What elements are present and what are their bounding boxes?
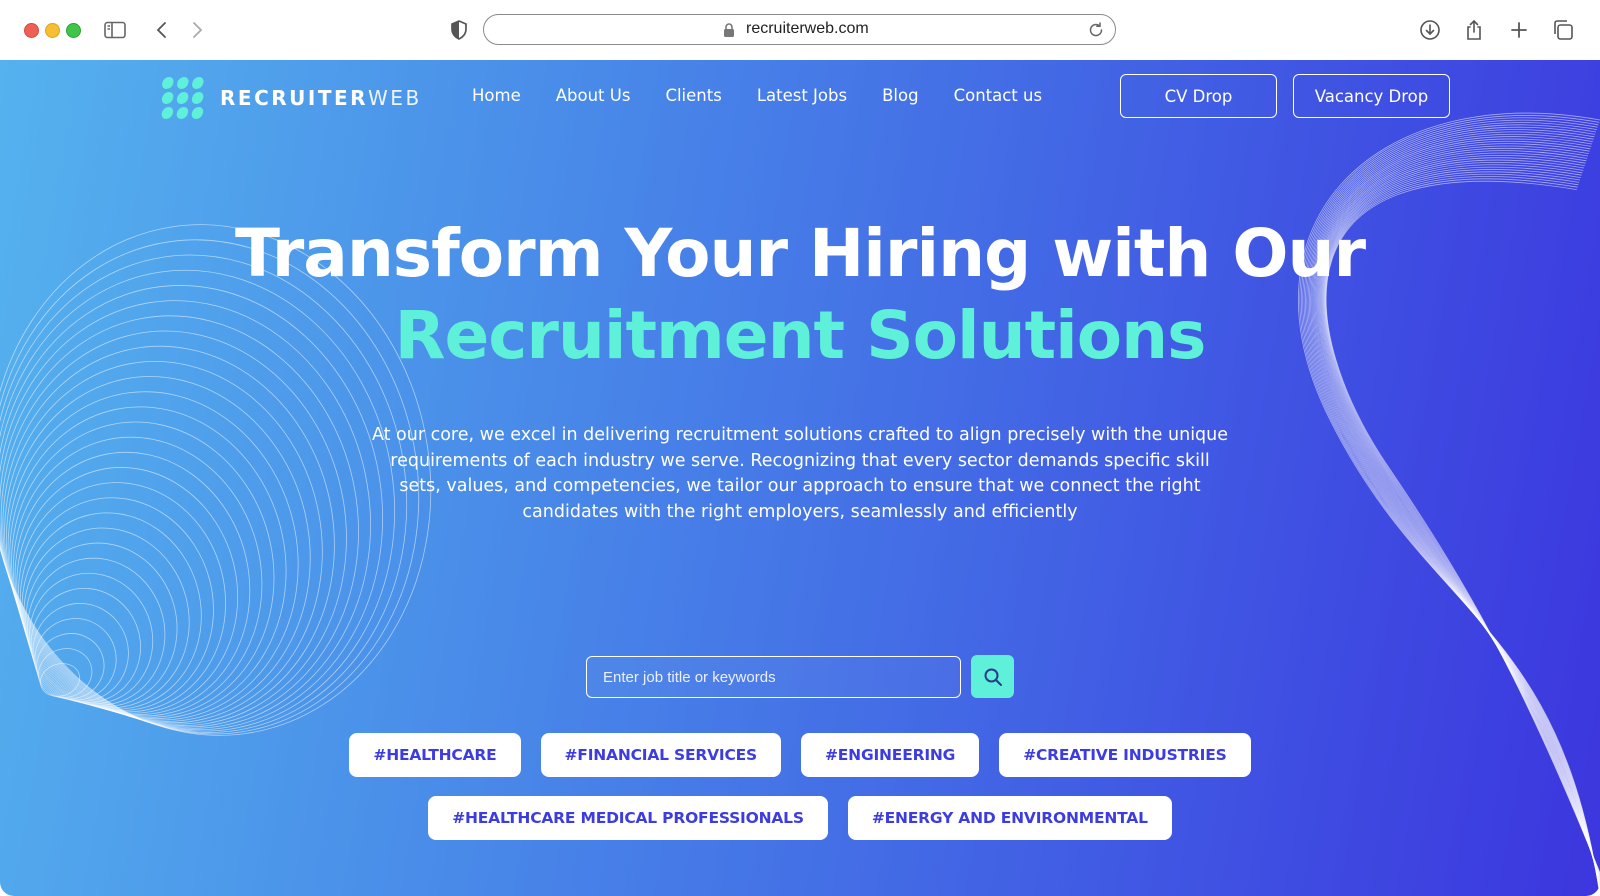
- close-window-button[interactable]: [24, 23, 39, 38]
- tabs-icon[interactable]: [1551, 18, 1575, 42]
- hero-section: RECRUITERWEB Home About Us Clients Lates…: [0, 60, 1600, 896]
- tag-healthcare[interactable]: #HEALTHCARE: [349, 733, 521, 777]
- hero-headline: Transform Your Hiring with Our Recruitme…: [0, 213, 1600, 377]
- zoom-window-button[interactable]: [66, 23, 81, 38]
- browser-window: recruiterweb.com RECRUITERWEB Home About…: [0, 0, 1600, 896]
- logo-icon: [161, 77, 204, 119]
- job-search-input[interactable]: [586, 656, 961, 698]
- nav-home[interactable]: Home: [472, 86, 521, 105]
- nav-about-us[interactable]: About Us: [556, 86, 631, 105]
- search-button[interactable]: [971, 655, 1014, 698]
- tag-financial-services[interactable]: #FINANCIAL SERVICES: [540, 733, 781, 777]
- nav-contact-us[interactable]: Contact us: [954, 86, 1043, 105]
- shield-icon[interactable]: [447, 18, 471, 42]
- site-logo[interactable]: RECRUITERWEB: [160, 75, 422, 121]
- lock-icon: [722, 22, 736, 38]
- reload-icon[interactable]: [1087, 21, 1105, 39]
- headline-line-2: Recruitment Solutions: [394, 297, 1207, 374]
- download-icon[interactable]: [1418, 18, 1442, 42]
- nav-clients[interactable]: Clients: [665, 86, 721, 105]
- main-nav: Home About Us Clients Latest Jobs Blog C…: [472, 86, 1077, 105]
- back-icon[interactable]: [150, 18, 174, 42]
- browser-toolbar: recruiterweb.com: [0, 0, 1600, 61]
- logo-text: RECRUITERWEB: [220, 86, 422, 110]
- logo-text-light: WEB: [368, 86, 422, 110]
- search-icon: [984, 668, 1002, 686]
- tag-healthcare-medical-professionals[interactable]: #HEALTHCARE MEDICAL PROFESSIONALS: [428, 796, 828, 840]
- minimize-window-button[interactable]: [45, 23, 60, 38]
- new-tab-icon[interactable]: [1507, 18, 1531, 42]
- share-icon[interactable]: [1462, 18, 1486, 42]
- nav-latest-jobs[interactable]: Latest Jobs: [757, 86, 847, 105]
- forward-icon[interactable]: [185, 18, 209, 42]
- tag-engineering[interactable]: #ENGINEERING: [801, 733, 980, 777]
- industry-tags-row-1: #HEALTHCARE #FINANCIAL SERVICES #ENGINEE…: [0, 733, 1600, 777]
- tag-creative-industries[interactable]: #CREATIVE INDUSTRIES: [999, 733, 1251, 777]
- url-text[interactable]: recruiterweb.com: [746, 20, 869, 38]
- industry-tags-row-2: #HEALTHCARE MEDICAL PROFESSIONALS #ENERG…: [0, 796, 1600, 840]
- logo-text-bold: RECRUITER: [220, 86, 369, 110]
- sidebar-icon[interactable]: [103, 18, 127, 42]
- address-bar[interactable]: recruiterweb.com: [483, 14, 1116, 45]
- hero-description: At our core, we excel in delivering recr…: [371, 425, 1229, 522]
- nav-blog[interactable]: Blog: [882, 86, 918, 105]
- cv-drop-button[interactable]: CV Drop: [1120, 74, 1277, 118]
- tag-energy-and-environmental[interactable]: #ENERGY AND ENVIRONMENTAL: [847, 796, 1172, 840]
- headline-line-1: Transform Your Hiring with Our: [234, 215, 1366, 292]
- vacancy-drop-button[interactable]: Vacancy Drop: [1293, 74, 1450, 118]
